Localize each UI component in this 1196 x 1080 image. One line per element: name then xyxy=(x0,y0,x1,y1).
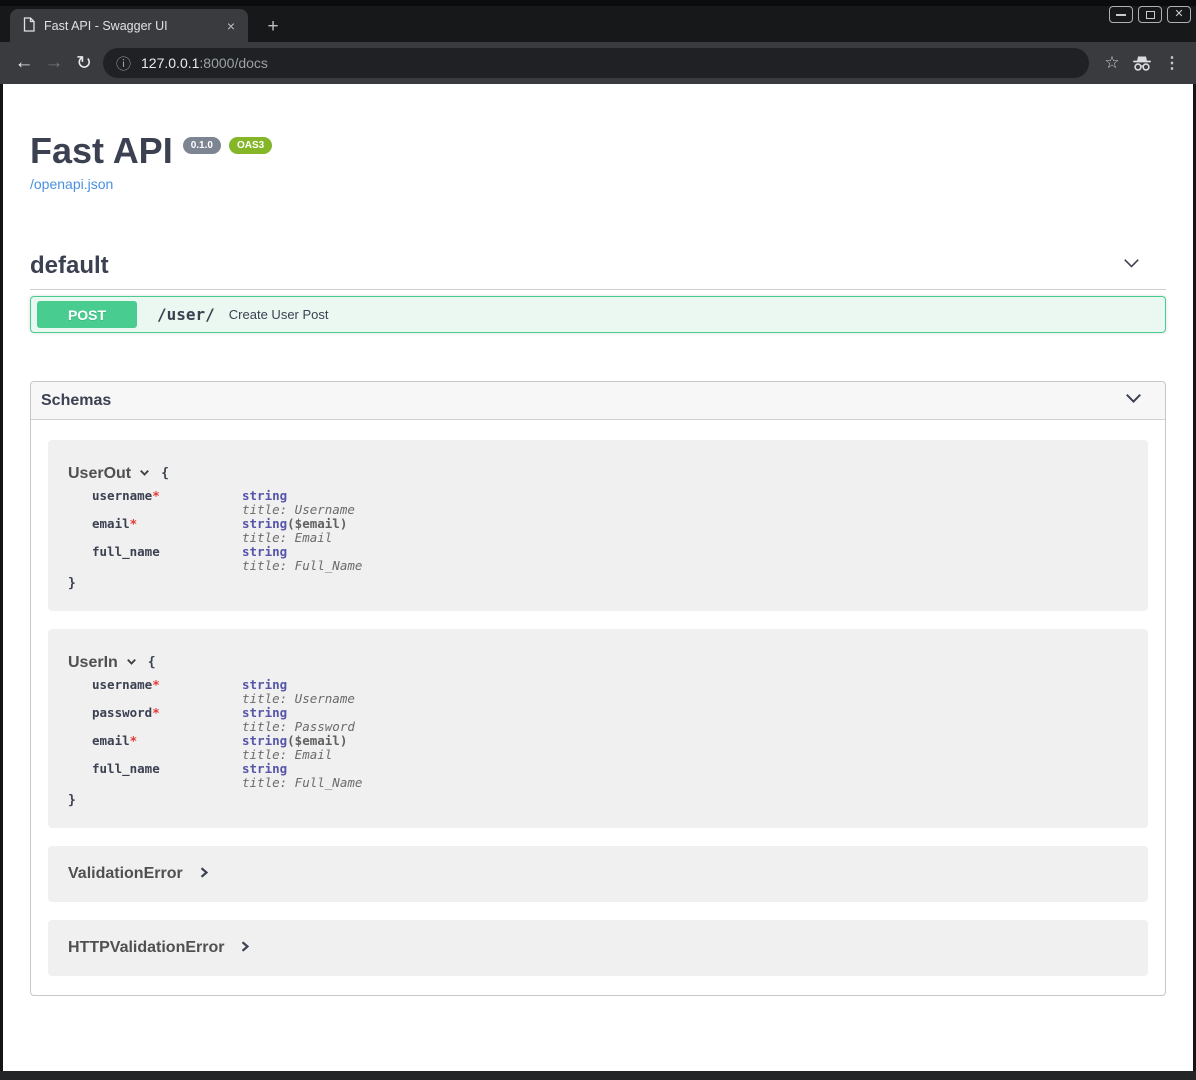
bookmark-star-icon[interactable]: ☆ xyxy=(1097,48,1127,78)
model-name[interactable]: UserOut xyxy=(68,465,131,483)
property-name: full_name xyxy=(92,544,160,559)
property-type: string xyxy=(242,705,287,720)
required-star: * xyxy=(130,516,138,531)
back-button[interactable]: ← xyxy=(9,48,39,78)
oas3-badge: OAS3 xyxy=(229,137,272,154)
schemas-body: UserOut { username* string ti xyxy=(31,420,1165,995)
property-list: username* string title: Username passwor… xyxy=(92,678,1128,790)
swagger-content: Fast API 0.1.0 OAS3 /openapi.json defaul… xyxy=(3,84,1193,996)
property-row: full_name string title: Full_Name xyxy=(92,762,1128,790)
model-name[interactable]: HTTPValidationError xyxy=(68,939,224,957)
api-title: Fast API xyxy=(30,130,173,171)
property-type: string xyxy=(242,544,287,559)
chevron-down-icon[interactable] xyxy=(125,655,138,673)
url-bar[interactable]: ⓘ 127.0.0.1:8000/docs xyxy=(103,48,1089,78)
property-name: full_name xyxy=(92,761,160,776)
property-format: ($email) xyxy=(287,516,347,531)
menu-icon[interactable]: ⋮ xyxy=(1157,48,1187,78)
schemas-header[interactable]: Schemas xyxy=(31,382,1165,420)
tab-bar: Fast API - Swagger UI × + ✕ xyxy=(0,0,1196,42)
tab-close-icon[interactable]: × xyxy=(222,17,240,35)
property-title: title: Email xyxy=(242,748,347,762)
maximize-button[interactable] xyxy=(1138,6,1162,23)
property-row: email* string($email) title: Email xyxy=(92,517,1128,545)
required-star: * xyxy=(152,488,160,503)
chevron-right-icon[interactable] xyxy=(239,940,251,958)
minimize-button[interactable] xyxy=(1109,6,1133,23)
property-name: password xyxy=(92,705,152,720)
method-badge: POST xyxy=(37,301,137,328)
close-brace: } xyxy=(68,793,1128,808)
property-row: password* string title: Password xyxy=(92,706,1128,734)
minimize-icon xyxy=(1116,14,1126,16)
model-userin: UserIn { username* string tit xyxy=(48,629,1148,828)
opblock-post-user[interactable]: POST /user/ Create User Post xyxy=(30,296,1166,333)
property-row: full_name string title: Full_Name xyxy=(92,545,1128,573)
chevron-down-icon[interactable] xyxy=(1123,388,1144,414)
chevron-right-icon[interactable] xyxy=(198,866,210,884)
property-name: username xyxy=(92,677,152,692)
url-path: :8000/docs xyxy=(199,55,268,71)
property-type: string xyxy=(242,488,287,503)
required-star: * xyxy=(152,677,160,692)
browser-tab[interactable]: Fast API - Swagger UI × xyxy=(10,9,248,42)
property-title: title: Email xyxy=(242,531,347,545)
required-star: * xyxy=(152,705,160,720)
forward-button[interactable]: → xyxy=(39,48,69,78)
property-row: username* string title: Username xyxy=(92,489,1128,517)
chevron-down-icon[interactable] xyxy=(1121,253,1142,279)
browser-toolbar: ← → ↻ ⓘ 127.0.0.1:8000/docs ☆ ⋮ xyxy=(0,42,1196,84)
tag-divider xyxy=(30,289,1166,290)
reload-button[interactable]: ↻ xyxy=(69,48,99,78)
property-name: username xyxy=(92,488,152,503)
tag-section-header[interactable]: default xyxy=(30,252,1166,280)
property-type: string xyxy=(242,677,287,692)
model-name[interactable]: UserIn xyxy=(68,654,118,672)
chevron-down-icon[interactable] xyxy=(138,466,151,484)
close-button[interactable]: ✕ xyxy=(1167,6,1191,23)
version-badge: 0.1.0 xyxy=(183,137,221,154)
page-icon xyxy=(23,17,35,35)
property-title: title: Username xyxy=(242,503,355,517)
model-httpvalidationerror[interactable]: HTTPValidationError xyxy=(48,920,1148,976)
property-type: string xyxy=(242,761,287,776)
window-controls: ✕ xyxy=(1109,6,1191,23)
property-title: title: Password xyxy=(242,720,355,734)
property-list: username* string title: Username email* … xyxy=(92,489,1128,573)
api-badges: 0.1.0 OAS3 xyxy=(183,137,272,154)
property-name: email xyxy=(92,733,130,748)
window-bottom-border xyxy=(0,1071,1196,1080)
maximize-icon xyxy=(1146,11,1155,19)
property-title: title: Full_Name xyxy=(242,776,362,790)
tag-name[interactable]: default xyxy=(30,252,109,280)
api-header: Fast API 0.1.0 OAS3 xyxy=(30,130,1166,171)
model-userout: UserOut { username* string ti xyxy=(48,440,1148,611)
property-row: email* string($email) title: Email xyxy=(92,734,1128,762)
open-brace: { xyxy=(148,655,156,670)
open-brace: { xyxy=(161,466,169,481)
property-format: ($email) xyxy=(287,733,347,748)
new-tab-button[interactable]: + xyxy=(260,14,286,40)
site-info-icon[interactable]: ⓘ xyxy=(116,53,131,74)
property-row: username* string title: Username xyxy=(92,678,1128,706)
property-title: title: Username xyxy=(242,692,355,706)
model-name[interactable]: ValidationError xyxy=(68,865,183,883)
property-type: string xyxy=(242,733,287,748)
model-validationerror[interactable]: ValidationError xyxy=(48,846,1148,902)
property-title: title: Full_Name xyxy=(242,559,362,573)
schemas-heading: Schemas xyxy=(41,392,111,410)
endpoint-path: /user/ xyxy=(157,305,215,324)
browser-window: Fast API - Swagger UI × + ✕ ← → ↻ ⓘ 127.… xyxy=(0,0,1196,1080)
close-brace: } xyxy=(68,576,1128,591)
endpoint-summary: Create User Post xyxy=(229,307,329,322)
property-type: string xyxy=(242,516,287,531)
schemas-section: Schemas UserOut { xyxy=(30,381,1166,996)
swagger-page: Fast API 0.1.0 OAS3 /openapi.json defaul… xyxy=(0,84,1196,1071)
url-host: 127.0.0.1 xyxy=(141,55,199,71)
required-star: * xyxy=(130,733,138,748)
tab-title: Fast API - Swagger UI xyxy=(44,19,222,33)
property-name: email xyxy=(92,516,130,531)
incognito-icon xyxy=(1127,48,1157,78)
openapi-json-link[interactable]: /openapi.json xyxy=(30,176,113,192)
